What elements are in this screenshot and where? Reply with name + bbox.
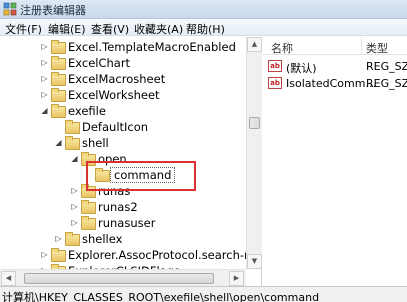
menu-bar: 文件(F) 编辑(E) 查看(V) 收藏夹(A) 帮助(H)	[0, 19, 407, 36]
tree-item-label: ExcelMacrosheet	[68, 72, 166, 86]
tree-item[interactable]: ◢ shell	[0, 135, 246, 151]
tree-item-selected[interactable]: command	[0, 167, 246, 183]
values-list[interactable]: 名称 类型 ab (默认) REG_SZ ab IsolatedComm… RE…	[263, 37, 407, 286]
folder-icon	[80, 184, 96, 198]
folder-icon	[80, 200, 96, 214]
tree-item-label: Explorer.AssocProtocol.search-ms	[68, 248, 262, 262]
registry-tree[interactable]: ▷ Excel.TemplateMacroEnabled ▷ ExcelChar…	[0, 37, 262, 286]
collapse-arrow-icon[interactable]: ◢	[70, 154, 79, 163]
tree-item[interactable]: ▷ ExcelMacrosheet	[0, 71, 246, 87]
value-name: (默认)	[286, 62, 317, 75]
collapse-arrow-icon[interactable]: ◢	[54, 138, 63, 147]
folder-icon	[50, 40, 66, 54]
folder-icon	[64, 232, 80, 246]
menu-view[interactable]: 查看(V)	[91, 21, 129, 37]
menu-file[interactable]: 文件(F)	[5, 21, 42, 37]
collapse-arrow-icon[interactable]: ◢	[40, 106, 49, 115]
value-name: IsolatedComm…	[286, 77, 377, 90]
scroll-up-icon[interactable]: ▲	[247, 37, 262, 52]
tree-horizontal-scrollbar[interactable]: ◀ ▶	[0, 269, 246, 286]
expand-arrow-icon[interactable]: ▷	[40, 250, 49, 259]
expand-arrow-icon[interactable]: ▷	[40, 58, 49, 67]
status-bar: 计算机\HKEY_CLASSES_ROOT\exefile\shell\open…	[0, 286, 407, 302]
title-bar: 注册表编辑器	[0, 0, 407, 19]
tree-item[interactable]: DefaultIcon	[0, 119, 246, 135]
menu-favorites[interactable]: 收藏夹(A)	[134, 21, 183, 37]
folder-icon	[50, 104, 66, 118]
expand-arrow-icon[interactable]: ▷	[70, 186, 79, 195]
tree-item-label: DefaultIcon	[82, 120, 149, 134]
tree-item[interactable]: ▷ Excel.TemplateMacroEnabled	[0, 39, 246, 55]
tree-item-label: open	[98, 152, 127, 166]
tree-item-label: exefile	[68, 104, 106, 118]
string-value-icon: ab	[268, 77, 282, 89]
tree-item-label: runas	[98, 184, 131, 198]
tree-item-label: ExcelWorksheet	[68, 88, 160, 102]
window-title: 注册表编辑器	[20, 4, 86, 17]
tree-item[interactable]: ▷ ExcelChart	[0, 55, 246, 71]
expand-arrow-icon[interactable]: ▷	[40, 74, 49, 83]
folder-icon	[64, 136, 80, 150]
column-name-header[interactable]: 名称	[271, 40, 293, 56]
folder-open-icon	[94, 168, 110, 182]
folder-icon	[80, 152, 96, 166]
tree-item-label: shell	[82, 136, 109, 150]
scroll-down-icon[interactable]: ▼	[247, 254, 262, 269]
column-divider[interactable]	[361, 37, 362, 55]
menu-edit[interactable]: 编辑(E)	[48, 21, 86, 37]
tree-item-label: runasuser	[98, 216, 156, 230]
tree-item[interactable]: ◢ exefile	[0, 103, 246, 119]
tree-item[interactable]: ◢ open	[0, 151, 246, 167]
tree-item[interactable]: ▷ runas2	[0, 199, 246, 215]
tree-item[interactable]: ▷ ExcelWorksheet	[0, 87, 246, 103]
folder-icon	[80, 216, 96, 230]
folder-icon	[64, 120, 80, 134]
tree-item-label: command	[110, 167, 176, 183]
list-header: 名称 类型	[263, 37, 407, 55]
list-item[interactable]: ab IsolatedComm… REG_SZ	[263, 75, 407, 92]
expand-arrow-icon[interactable]: ▷	[40, 42, 49, 51]
folder-icon	[50, 56, 66, 70]
tree-item-label: shellex	[82, 232, 123, 246]
tree-item-label: runas2	[98, 200, 138, 214]
tree-item-label: Excel.TemplateMacroEnabled	[68, 40, 236, 54]
scroll-right-icon[interactable]: ▶	[229, 271, 244, 286]
expand-arrow-icon[interactable]: ▷	[40, 90, 49, 99]
folder-icon	[50, 88, 66, 102]
registry-path: 计算机\HKEY_CLASSES_ROOT\exefile\shell\open…	[2, 291, 320, 302]
tree-vertical-scrollbar[interactable]: ▲ ▼	[246, 37, 262, 269]
expand-arrow-icon[interactable]: ▷	[70, 218, 79, 227]
scroll-thumb[interactable]	[249, 117, 260, 129]
expand-arrow-icon[interactable]: ▷	[70, 202, 79, 211]
scroll-left-icon[interactable]: ◀	[1, 271, 16, 286]
value-type: REG_SZ	[366, 77, 407, 90]
tree-item-label: ExcelChart	[68, 56, 131, 70]
column-type-header[interactable]: 类型	[366, 40, 388, 56]
tree-item[interactable]: ▷ shellex	[0, 231, 246, 247]
menu-help[interactable]: 帮助(H)	[186, 21, 225, 37]
tree-item[interactable]: ▷ runas	[0, 183, 246, 199]
tree-item[interactable]: ▷ runasuser	[0, 215, 246, 231]
regedit-icon	[3, 2, 17, 16]
tree-item[interactable]: ▷ Explorer.AssocProtocol.search-ms	[0, 247, 261, 263]
scroll-thumb[interactable]	[24, 273, 214, 284]
value-type: REG_SZ	[366, 60, 407, 73]
expand-arrow-icon[interactable]: ▷	[54, 234, 63, 243]
folder-icon	[50, 72, 66, 86]
string-value-icon: ab	[268, 60, 282, 72]
folder-icon	[50, 248, 66, 262]
list-item[interactable]: ab (默认) REG_SZ	[263, 58, 407, 75]
